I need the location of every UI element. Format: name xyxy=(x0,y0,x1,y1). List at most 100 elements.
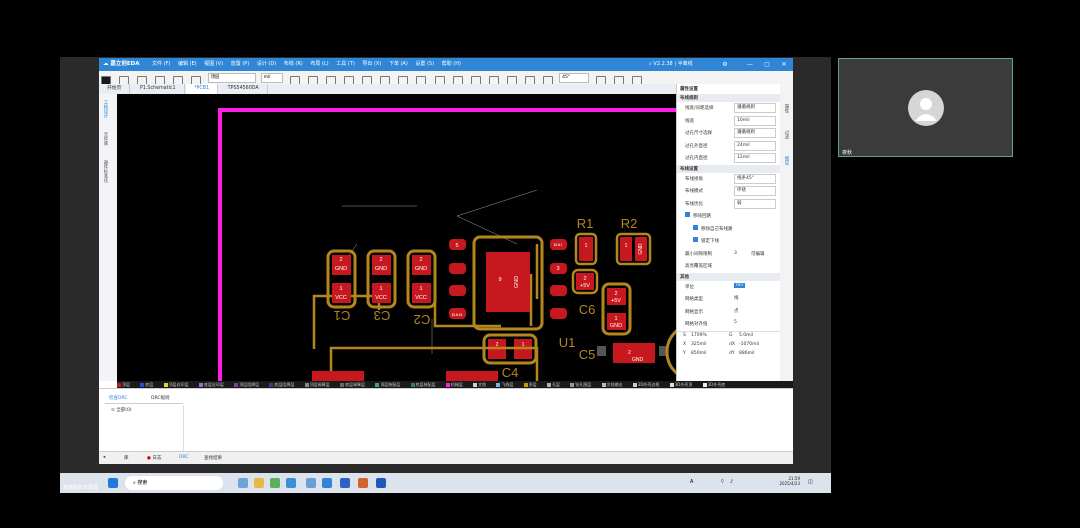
r1-pad[interactable] xyxy=(579,237,593,261)
minimize-button[interactable]: — xyxy=(744,58,756,71)
tab-drc-rules[interactable]: DRC规则 xyxy=(151,395,170,401)
menu-help[interactable]: 帮助 (H) xyxy=(442,58,461,71)
tab-drc-check[interactable]: 检查DRC xyxy=(109,395,128,401)
u1-pin-2[interactable] xyxy=(550,285,567,296)
grid-snap-value[interactable]: 5 xyxy=(734,320,737,325)
layer-select[interactable]: 顶层 xyxy=(207,73,256,83)
layer-item[interactable]: 顶层锡膏层 xyxy=(304,381,330,388)
right-tab-filter[interactable]: 过滤 xyxy=(783,130,789,139)
eda-app-icon[interactable] xyxy=(322,478,332,488)
layer-item[interactable]: 3D外壳边框 xyxy=(632,381,659,388)
app-icon[interactable] xyxy=(340,478,350,488)
checkbox[interactable] xyxy=(693,237,698,242)
folder-icon[interactable] xyxy=(254,478,264,488)
unit-toggle[interactable]: mil xyxy=(734,282,745,288)
menu-edit[interactable]: 编辑 (E) xyxy=(178,58,197,71)
prop-value-select[interactable]: 遵循规则 xyxy=(734,128,776,138)
layer-item[interactable]: 顶层 xyxy=(117,381,130,388)
u1-thermal-pad[interactable] xyxy=(486,252,530,312)
unit-select[interactable]: mil xyxy=(260,73,283,83)
input-lang[interactable]: A xyxy=(690,479,693,485)
r2-pad-1[interactable] xyxy=(620,237,632,261)
menu-route[interactable]: 布线 (R) xyxy=(284,58,303,71)
menu-view[interactable]: 视图 (V) xyxy=(204,58,223,71)
tab-footprint[interactable]: TPS54560DA xyxy=(220,84,268,94)
wechat-icon[interactable] xyxy=(270,478,280,488)
menu-place[interactable]: 放置 (P) xyxy=(231,58,250,71)
layer-item[interactable]: 文档 xyxy=(473,381,486,388)
layer-item[interactable]: 顶层阻焊层 xyxy=(234,381,259,388)
search-icon[interactable]: ⌕ xyxy=(649,61,652,67)
layer-item[interactable]: 机械层 xyxy=(445,381,463,388)
checkbox[interactable] xyxy=(685,212,690,217)
prop-value-select[interactable]: 线条45° xyxy=(734,173,776,184)
layer-item[interactable]: 钻孔图层 xyxy=(570,381,591,388)
layer-item[interactable]: 底层阻焊层 xyxy=(269,381,294,388)
menu-layout[interactable]: 布局 (L) xyxy=(310,58,328,71)
grid-type-toggle[interactable]: 线 xyxy=(734,295,739,301)
layer-item[interactable]: 孔层 xyxy=(546,381,560,388)
u1-pin-1[interactable] xyxy=(550,308,567,319)
prop-value[interactable]: 3 xyxy=(734,251,737,256)
menu-export[interactable]: 导出 (X) xyxy=(362,58,381,71)
app-icon[interactable] xyxy=(358,478,368,488)
sidebar-tab-library[interactable]: 元件库 xyxy=(102,132,108,146)
start-icon[interactable] xyxy=(108,478,118,488)
tab-start[interactable]: 开始页 xyxy=(99,84,131,94)
prop-value-input[interactable]: 24mil xyxy=(734,140,776,151)
layer-item[interactable]: 底层锡膏层 xyxy=(339,381,365,388)
menu-order[interactable]: 下单 (A) xyxy=(389,58,408,71)
prop-value-select[interactable]: 遵循规则 xyxy=(734,103,776,113)
layer-item[interactable]: 文档输出 xyxy=(601,381,623,388)
sidebar-tab-standard[interactable]: 器件标准化 xyxy=(102,160,108,183)
menu-file[interactable]: 文件 (F) xyxy=(152,58,170,71)
sidebar-tab-project[interactable]: 工程设计 xyxy=(102,100,108,118)
participant-video-tile[interactable]: 夜秋 xyxy=(838,58,1013,157)
angle-select[interactable]: 45° xyxy=(559,73,590,83)
menu-settings[interactable]: 设置 (S) xyxy=(415,58,434,71)
pcb-canvas[interactable]: 2 GND 1 VCC 2 GND 1 VCC 2 GND 1 VCC C1 C… xyxy=(117,94,676,381)
layer-item[interactable]: 飞线层 xyxy=(496,381,513,388)
tab-schematic[interactable]: P1.Schematic1 xyxy=(132,84,185,94)
clock-date[interactable]: 2025/4/23 xyxy=(750,481,800,486)
prop-value-input[interactable]: 12mil xyxy=(734,153,776,163)
prop-value-select[interactable]: 环绕 xyxy=(734,186,776,196)
tab-library[interactable]: 库 xyxy=(124,455,129,461)
layer-item[interactable]: 底层 xyxy=(140,381,153,388)
layer-item[interactable]: 底层丝印层 xyxy=(198,381,224,388)
layer-item[interactable]: 顶层装配层 xyxy=(375,381,400,388)
close-button[interactable]: ✕ xyxy=(778,58,790,71)
layer-item[interactable]: 3D外壳底 xyxy=(702,381,725,388)
drc-tree-root[interactable]: ⊙ 全部(0) xyxy=(111,407,132,413)
prop-label[interactable]: 高亮覆盖区域 xyxy=(685,263,712,269)
notification-icon[interactable]: ◫ xyxy=(808,479,813,485)
taskbar-search[interactable]: ⌕ 搜索 xyxy=(125,476,223,490)
diode-pad-1[interactable] xyxy=(446,371,498,381)
u1-pin-6[interactable] xyxy=(449,263,466,274)
tab-pcb[interactable]: *PCB1 xyxy=(186,84,219,94)
tab-drc[interactable]: DRC xyxy=(179,455,189,460)
layer-item[interactable]: 顶层丝印层 xyxy=(163,381,189,388)
u1-pin-7[interactable] xyxy=(449,285,466,296)
browser-icon[interactable] xyxy=(286,478,296,488)
layer-item[interactable]: 多层 xyxy=(523,381,537,388)
maximize-button[interactable]: ▢ xyxy=(761,58,773,71)
grid-display-toggle[interactable]: 点 xyxy=(734,308,739,314)
volume-icon[interactable]: ♪ xyxy=(730,479,733,485)
layer-item[interactable]: 底层装配层 xyxy=(410,381,436,388)
tab-find-results[interactable]: 查找结果 xyxy=(204,455,222,461)
app-icon[interactable] xyxy=(306,478,316,488)
app-icon[interactable] xyxy=(376,478,386,488)
diode-pad-left[interactable] xyxy=(312,372,364,381)
gear-icon[interactable]: ⚙ xyxy=(719,58,731,71)
right-tab-layers[interactable]: 图层 xyxy=(783,156,789,165)
right-tab-props[interactable]: 属性 xyxy=(783,104,789,113)
app-icon[interactable] xyxy=(238,478,248,488)
collapse-icon[interactable]: ◂ xyxy=(103,455,105,460)
wifi-icon[interactable]: ⌔ xyxy=(720,479,725,485)
prop-value-select[interactable]: 弱 xyxy=(734,198,776,209)
menu-design[interactable]: 设计 (D) xyxy=(257,58,276,71)
prop-value-input[interactable]: 10mil xyxy=(734,115,776,126)
layer-item[interactable]: 3D外壳顶 xyxy=(669,381,692,388)
checkbox[interactable] xyxy=(693,224,698,230)
